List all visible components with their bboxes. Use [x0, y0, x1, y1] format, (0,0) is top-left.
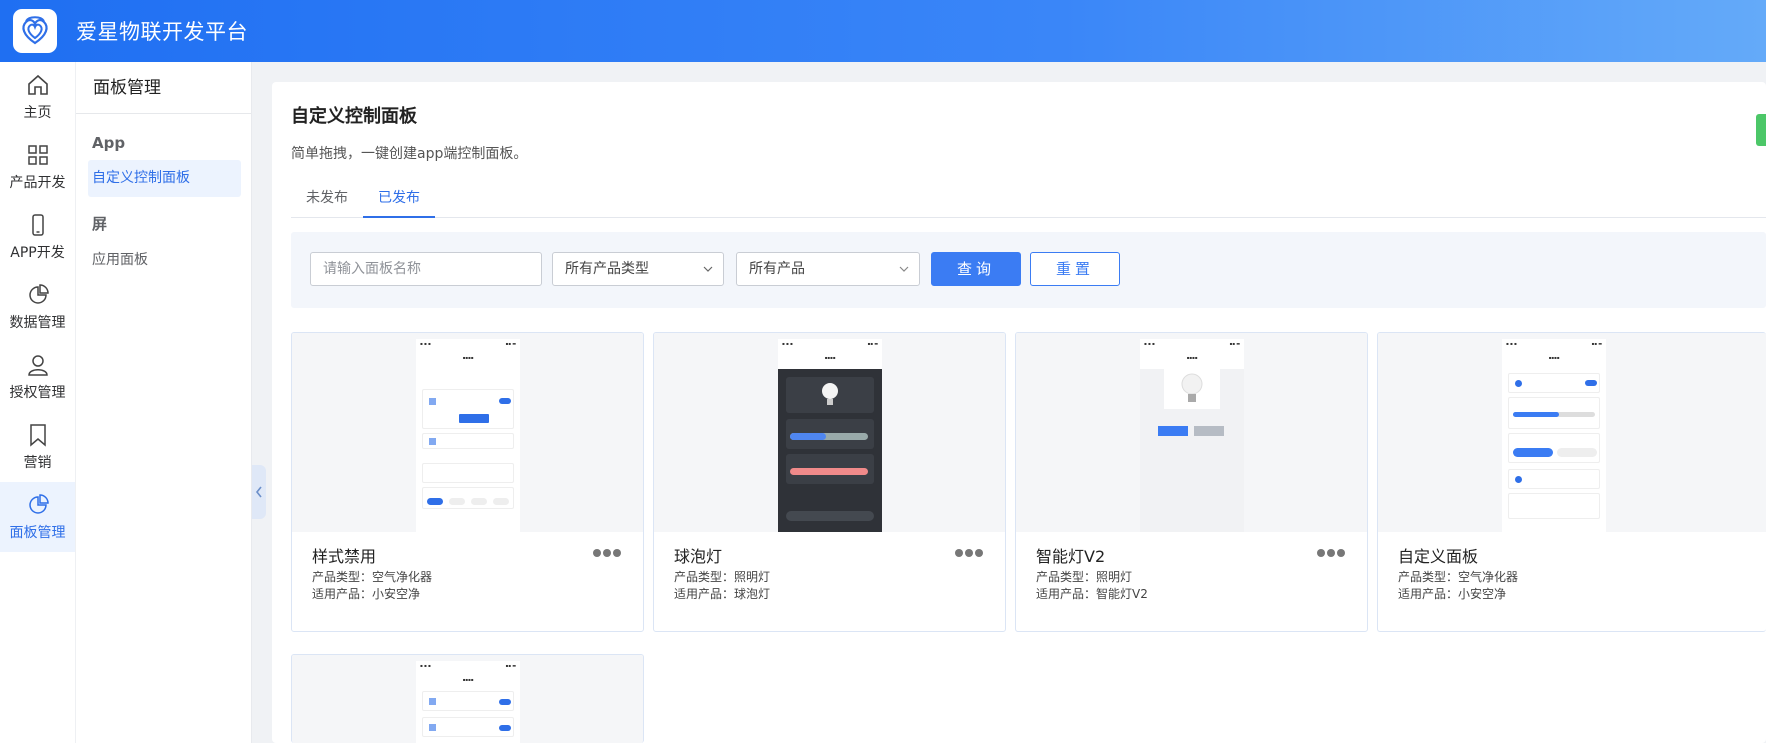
card-title: 球泡灯 — [674, 547, 723, 566]
user-icon — [27, 355, 48, 376]
app-title: 爱星物联开发平台 — [76, 20, 248, 44]
panel-card[interactable]: ▪ ▪ ▪ ▪▪ ▬ ▪▪▪▪ — [291, 654, 644, 743]
panel-preview: ▪ ▪ ▪ ▪▪ ▬ ▪▪▪▪ — [1378, 333, 1766, 532]
subnav-item-custom-panel[interactable]: 自定义控制面板 — [88, 160, 241, 197]
more-icon[interactable] — [955, 549, 983, 557]
more-icon[interactable] — [593, 549, 621, 557]
subnav-title: 面板管理 — [76, 62, 251, 114]
main-content: 自定义控制面板 简单拖拽，一键创建app端控制面板。 未发布 已发布 请输入面板… — [272, 82, 1766, 743]
nav-item-app-dev[interactable]: APP开发 — [0, 202, 75, 272]
nav-item-product-dev[interactable]: 产品开发 — [0, 132, 75, 202]
query-button[interactable]: 查询 — [931, 252, 1021, 286]
nav-item-label: 产品开发 — [9, 175, 66, 191]
panel-preview: ▪ ▪ ▪ ▪▪ ▬ ▪▪▪▪ — [654, 333, 1005, 532]
panel-card[interactable]: ▪ ▪ ▪ ▪▪ ▬ ▪▪▪▪ 球泡灯 产品类型：照明灯 适用产品：球泡灯 — [653, 332, 1006, 632]
phone-mockup: ▪ ▪ ▪ ▪▪ ▬ ▪▪▪▪ — [416, 661, 520, 743]
bulb-icon — [822, 383, 838, 405]
subnav-group-screen: 屏 — [92, 215, 108, 233]
app-logo[interactable] — [13, 9, 57, 53]
card-applicable-product: 适用产品：球泡灯 — [674, 587, 771, 601]
side-tag[interactable] — [1756, 114, 1766, 146]
nav-item-data[interactable]: 数据管理 — [0, 272, 75, 342]
chevron-down-icon — [899, 266, 909, 272]
grid-icon — [27, 145, 48, 165]
panel-card[interactable]: ▪ ▪ ▪ ▪▪ ▬ ▪▪▪▪ 自定义面板 产品类型：空气净化器 适用产品：小安… — [1377, 332, 1766, 632]
card-applicable-product: 适用产品：智能灯V2 — [1036, 587, 1148, 601]
tab-published[interactable]: 已发布 — [363, 178, 435, 218]
card-title: 样式禁用 — [312, 547, 377, 566]
card-title: 智能灯V2 — [1036, 547, 1106, 566]
product-select[interactable]: 所有产品 — [736, 252, 920, 286]
reset-button[interactable]: 重置 — [1030, 252, 1120, 286]
primary-sidebar: 主页 产品开发 APP开发 数据管理 授权管理 营销 面板管理 — [0, 62, 76, 743]
panel-name-input[interactable]: 请输入面板名称 — [310, 252, 542, 286]
tab-bar: 未发布 已发布 — [291, 178, 1766, 218]
card-applicable-product: 适用产品：小安空净 — [312, 587, 421, 601]
tab-unpublished[interactable]: 未发布 — [291, 178, 363, 218]
panel-preview: ▪ ▪ ▪ ▪▪ ▬ ▪▪▪▪ — [292, 333, 643, 532]
nav-item-label: 主页 — [23, 105, 52, 121]
nav-item-home[interactable]: 主页 — [0, 62, 75, 132]
panel-preview: ▪ ▪ ▪ ▪▪ ▬ ▪▪▪▪ — [292, 655, 643, 743]
nav-item-marketing[interactable]: 营销 — [0, 412, 75, 482]
secondary-sidebar: 面板管理 App 自定义控制面板 屏 应用面板 — [76, 62, 252, 743]
nav-item-auth[interactable]: 授权管理 — [0, 342, 75, 412]
phone-mockup: ▪ ▪ ▪ ▪▪ ▬ ▪▪▪▪ — [1502, 339, 1606, 532]
panel-card[interactable]: ▪ ▪ ▪ ▪▪ ▬ ▪▪▪▪ 智能灯V2 产品类型：照明灯 适用产品：智能灯V2 — [1015, 332, 1368, 632]
nav-item-label: APP开发 — [10, 245, 65, 261]
nav-item-label: 数据管理 — [9, 315, 66, 331]
pie-chart-icon — [28, 284, 49, 304]
phone-mockup: ▪ ▪ ▪ ▪▪ ▬ ▪▪▪▪ — [1140, 339, 1244, 532]
product-value: 所有产品 — [749, 261, 805, 277]
home-icon — [27, 74, 48, 95]
more-icon[interactable] — [1317, 549, 1345, 557]
phone-mockup: ▪ ▪ ▪ ▪▪ ▬ ▪▪▪▪ — [778, 339, 882, 532]
panel-card[interactable]: ▪ ▪ ▪ ▪▪ ▬ ▪▪▪▪ 样式禁用 产品类型：空气净化器 适用产品：小安空… — [291, 332, 644, 632]
nav-item-panel[interactable]: 面板管理 — [0, 482, 75, 552]
card-product-type: 产品类型：空气净化器 — [1398, 570, 1519, 584]
bulb-icon — [1181, 373, 1203, 402]
page-title: 自定义控制面板 — [291, 106, 417, 127]
top-header: 爱星物联开发平台 — [0, 0, 1766, 62]
bookmark-icon — [29, 424, 46, 447]
subnav-group-app: App — [92, 134, 126, 152]
card-title: 自定义面板 — [1398, 547, 1479, 566]
chevron-left-icon — [255, 486, 262, 498]
panel-preview: ▪ ▪ ▪ ▪▪ ▬ ▪▪▪▪ — [1016, 333, 1367, 532]
card-product-type: 产品类型：空气净化器 — [312, 570, 433, 584]
collapse-sidebar-button[interactable] — [252, 465, 266, 519]
page-description: 简单拖拽，一键创建app端控制面板。 — [291, 146, 528, 162]
pie-chart-icon — [28, 494, 49, 514]
card-product-type: 产品类型：照明灯 — [674, 570, 771, 584]
card-applicable-product: 适用产品：小安空净 — [1398, 587, 1507, 601]
nav-item-label: 营销 — [23, 455, 52, 471]
nav-item-label: 授权管理 — [9, 385, 66, 401]
subnav-item-app-panel[interactable]: 应用面板 — [88, 242, 241, 279]
product-type-value: 所有产品类型 — [565, 261, 649, 277]
card-product-type: 产品类型：照明灯 — [1036, 570, 1133, 584]
phone-icon — [31, 214, 44, 236]
filter-bar: 请输入面板名称 所有产品类型 所有产品 查询 重置 — [291, 232, 1766, 308]
phone-mockup: ▪ ▪ ▪ ▪▪ ▬ ▪▪▪▪ — [416, 339, 520, 532]
nav-item-label: 面板管理 — [9, 525, 66, 541]
logo-icon — [22, 16, 48, 45]
product-type-select[interactable]: 所有产品类型 — [552, 252, 724, 286]
chevron-down-icon — [703, 266, 713, 272]
